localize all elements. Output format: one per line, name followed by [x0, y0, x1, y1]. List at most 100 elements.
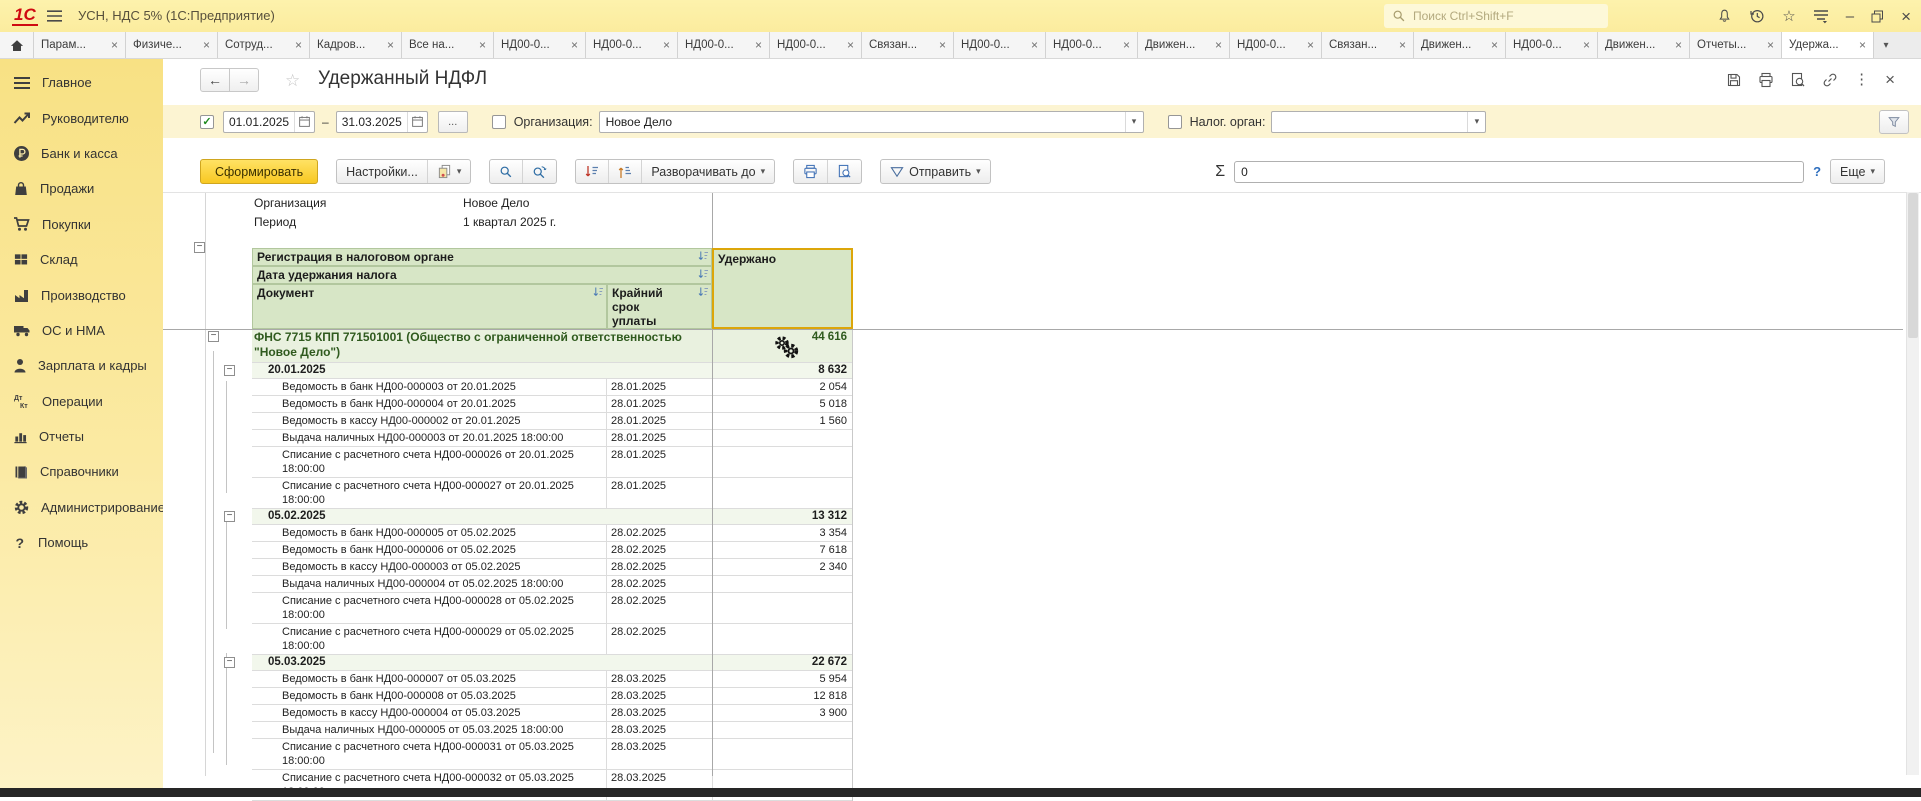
tab-8[interactable]: НД00-0...×: [678, 32, 770, 58]
tax-authority-checkbox[interactable]: [1168, 115, 1182, 129]
search-button[interactable]: [490, 160, 522, 183]
service-menu-icon[interactable]: [1813, 9, 1829, 24]
collapse-date-group-button[interactable]: −: [224, 511, 235, 522]
history-icon[interactable]: [1749, 8, 1765, 24]
tab-close-icon[interactable]: ×: [1859, 38, 1866, 52]
collapse-date-group-button[interactable]: −: [224, 365, 235, 376]
period-to-field[interactable]: [336, 111, 428, 133]
print-button[interactable]: [794, 160, 827, 183]
period-from-input[interactable]: [224, 115, 294, 129]
more-menu-icon[interactable]: ⋮: [1854, 72, 1869, 87]
document-row[interactable]: Списание с расчетного счета НД00-000028 …: [252, 593, 852, 624]
calendar-icon[interactable]: [407, 112, 427, 132]
tab-close-icon[interactable]: ×: [111, 38, 118, 52]
tab-4[interactable]: Кадров...×: [310, 32, 402, 58]
scrollbar-thumb[interactable]: [1908, 193, 1918, 338]
tab-10[interactable]: Связан...×: [862, 32, 954, 58]
tab-close-icon[interactable]: ×: [939, 38, 946, 52]
document-row[interactable]: Списание с расчетного счета НД00-000029 …: [252, 624, 852, 655]
tab-3[interactable]: Сотруд...×: [218, 32, 310, 58]
tab-9[interactable]: НД00-0...×: [770, 32, 862, 58]
document-row[interactable]: Ведомость в банк НД00-000006 от 05.02.20…: [252, 542, 852, 559]
period-more-button[interactable]: ...: [438, 111, 468, 133]
vertical-scrollbar[interactable]: [1906, 192, 1919, 775]
tab-11[interactable]: НД00-0...×: [954, 32, 1046, 58]
document-row[interactable]: Ведомость в банк НД00-000004 от 20.01.20…: [252, 396, 852, 413]
header-due-date[interactable]: Крайний срок уплаты: [607, 284, 712, 329]
document-row[interactable]: Ведомость в банк НД00-000008 от 05.03.20…: [252, 688, 852, 705]
tab-close-icon[interactable]: ×: [1675, 38, 1682, 52]
collapse-columns-button[interactable]: −: [194, 242, 205, 253]
home-tab[interactable]: [0, 32, 34, 58]
sidebar-item-purchases[interactable]: Покупки: [0, 207, 163, 242]
tab-close-icon[interactable]: ×: [1491, 38, 1498, 52]
sidebar-item-manager[interactable]: Руководителю: [0, 100, 163, 135]
sidebar-item-assets[interactable]: ОС и НМА: [0, 313, 163, 348]
more-button[interactable]: Еще ▾: [1831, 160, 1884, 183]
sort-icon[interactable]: [593, 287, 604, 297]
print-icon[interactable]: [1758, 72, 1774, 88]
sidebar-item-help[interactable]: ?Помощь: [0, 525, 163, 560]
save-icon[interactable]: [1726, 72, 1742, 88]
tab-6[interactable]: НД00-0...×: [494, 32, 586, 58]
sidebar-item-directories[interactable]: Справочники: [0, 454, 163, 489]
tab-15[interactable]: Связан...×: [1322, 32, 1414, 58]
minimize-window-icon[interactable]: –: [1846, 9, 1854, 24]
forward-button[interactable]: →: [229, 68, 259, 92]
document-row[interactable]: Ведомость в кассу НД00-000004 от 05.03.2…: [252, 705, 852, 722]
close-report-icon[interactable]: ×: [1885, 71, 1895, 88]
preview-icon[interactable]: [1790, 72, 1806, 88]
tab-1[interactable]: Парам...×: [34, 32, 126, 58]
chevron-down-icon[interactable]: ▾: [1467, 112, 1485, 132]
tab-17[interactable]: НД00-0...×: [1506, 32, 1598, 58]
link-icon[interactable]: [1822, 72, 1838, 88]
global-search-input[interactable]: Поиск Ctrl+Shift+F: [1384, 4, 1608, 28]
sum-input[interactable]: [1234, 161, 1804, 183]
sort-icon[interactable]: [698, 287, 709, 297]
tab-close-icon[interactable]: ×: [847, 38, 854, 52]
document-row[interactable]: Списание с расчетного счета НД00-000026 …: [252, 447, 852, 478]
chevron-down-icon[interactable]: ▾: [1125, 112, 1143, 132]
document-row[interactable]: Ведомость в банк НД00-000003 от 20.01.20…: [252, 379, 852, 396]
tab-14[interactable]: НД00-0...×: [1230, 32, 1322, 58]
tab-12[interactable]: НД00-0...×: [1046, 32, 1138, 58]
tab-close-icon[interactable]: ×: [387, 38, 394, 52]
sidebar-item-administration[interactable]: Администрирование: [0, 490, 163, 525]
period-from-field[interactable]: [223, 111, 315, 133]
search-next-button[interactable]: [522, 160, 556, 183]
header-amount-selected-cell[interactable]: Удержано: [712, 248, 853, 329]
org-group-row[interactable]: ФНС 7715 КПП 771501001 (Общество с огран…: [252, 329, 852, 363]
tab-close-icon[interactable]: ×: [571, 38, 578, 52]
tab-close-icon[interactable]: ×: [1031, 38, 1038, 52]
restore-window-icon[interactable]: [1871, 10, 1884, 23]
header-date-withheld[interactable]: Дата удержания налога: [252, 266, 712, 284]
help-button[interactable]: ?: [1813, 164, 1821, 179]
document-row[interactable]: Ведомость в банк НД00-000007 от 05.03.20…: [252, 671, 852, 688]
settings-button[interactable]: Настройки...: [337, 160, 427, 183]
send-button[interactable]: Отправить ▾: [881, 160, 990, 183]
expand-rows-button[interactable]: [608, 160, 641, 183]
tab-5[interactable]: Все на...×: [402, 32, 494, 58]
document-row[interactable]: Ведомость в кассу НД00-000003 от 05.02.2…: [252, 559, 852, 576]
document-row[interactable]: Выдача наличных НД00-000005 от 05.03.202…: [252, 722, 852, 739]
date-group-row[interactable]: 20.01.20258 632−: [252, 363, 852, 379]
document-row[interactable]: Ведомость в банк НД00-000005 от 05.02.20…: [252, 525, 852, 542]
close-window-icon[interactable]: ×: [1901, 8, 1911, 25]
document-row[interactable]: Списание с расчетного счета НД00-000027 …: [252, 478, 852, 509]
period-checkbox[interactable]: ✓: [200, 115, 214, 129]
sidebar-item-bank[interactable]: Банк и касса: [0, 136, 163, 171]
date-group-row[interactable]: 05.03.202522 672−: [252, 655, 852, 671]
date-group-row[interactable]: 05.02.202513 312−: [252, 509, 852, 525]
expand-to-button[interactable]: Разворачивать до ▾: [641, 160, 774, 183]
tab-close-icon[interactable]: ×: [1583, 38, 1590, 52]
organization-combo[interactable]: Новое Дело ▾: [599, 111, 1144, 133]
sidebar-item-operations[interactable]: ДтКтОперации: [0, 384, 163, 419]
notifications-bell-icon[interactable]: [1717, 8, 1732, 24]
sort-icon[interactable]: [698, 251, 709, 261]
document-row[interactable]: Списание с расчетного счета НД00-000031 …: [252, 739, 852, 770]
tab-close-icon[interactable]: ×: [1215, 38, 1222, 52]
generate-button[interactable]: Сформировать: [200, 159, 318, 184]
header-registration[interactable]: Регистрация в налоговом органе: [252, 248, 712, 266]
tab-20[interactable]: Удержа...×: [1782, 32, 1874, 58]
main-menu-icon[interactable]: [46, 9, 63, 23]
